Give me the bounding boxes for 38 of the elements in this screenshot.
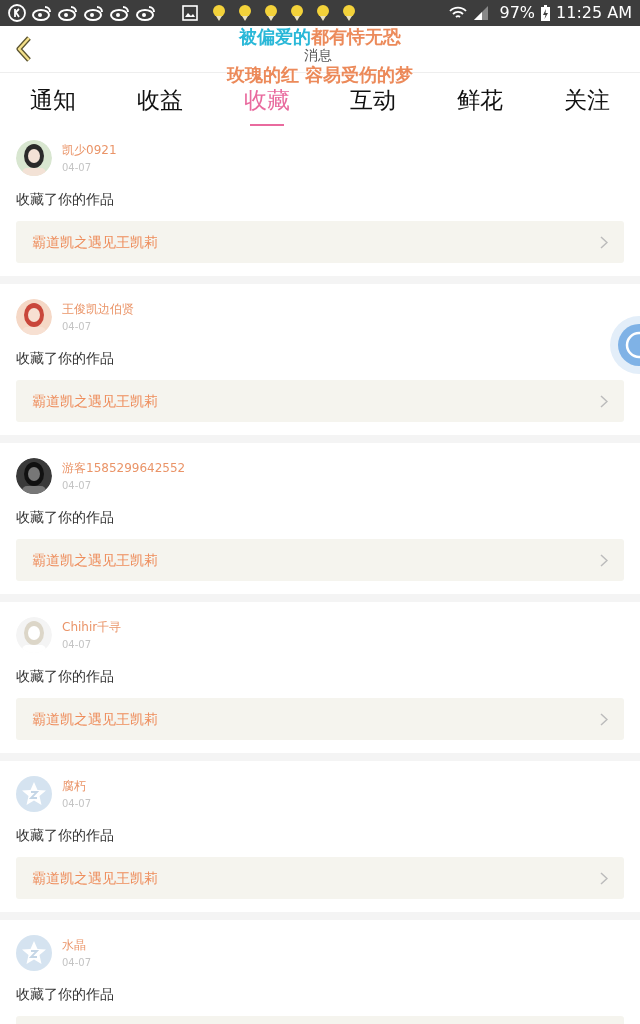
work-title: 霸道凯之遇见王凯莉 (32, 391, 159, 411)
work-link-card[interactable]: 霸道凯之遇见王凯莉 (16, 380, 624, 422)
user-name[interactable]: Chihir千寻 (62, 619, 122, 635)
date-text: 04-07 (62, 638, 93, 652)
date-text: 04-07 (62, 956, 92, 970)
lyric-text: 被偏爱的 (239, 27, 311, 47)
date-text: 04-07 (62, 797, 92, 811)
tab[interactable]: 收益 (106, 73, 214, 128)
work-title: 霸道凯之遇见王凯莉 (32, 550, 159, 570)
activity-text: 收藏了你的作品 (16, 349, 115, 368)
date-text: 04-07 (62, 320, 93, 334)
work-link-card[interactable]: 霸道凯之遇见王凯莉 (16, 221, 624, 263)
activity-text: 收藏了你的作品 (16, 667, 115, 686)
user-name[interactable]: 水晶 (62, 937, 92, 953)
work-link-card[interactable]: 霸道凯之遇见王凯莉 (16, 698, 624, 740)
date-text: 04-07 (62, 479, 93, 493)
work-link-card[interactable]: 霸道凯之遇见王凯莉 (16, 539, 624, 581)
battery-percent: 97% (499, 2, 536, 24)
activity-text: 收藏了你的作品 (16, 508, 115, 527)
work-title: 霸道凯之遇见王凯莉 (32, 232, 159, 252)
activity-text: 收藏了你的作品 (16, 985, 115, 1004)
work-title: 霸道凯之遇见王凯莉 (32, 709, 159, 729)
user-name[interactable]: 王俊凯边伯贤 (62, 301, 134, 317)
user-name[interactable]: 游客1585299642552 (62, 460, 186, 476)
tab[interactable]: 关注 (533, 73, 640, 128)
lyric-text: 玫瑰的红 容易受伤的梦 (226, 65, 414, 85)
tab[interactable]: 通知 (0, 73, 107, 128)
activity-text: 收藏了你的作品 (16, 190, 115, 209)
date-text: 04-07 (62, 161, 93, 175)
user-name[interactable]: 凯少0921 (62, 142, 117, 158)
user-name[interactable]: 腐朽 (62, 778, 92, 794)
work-title: 霸道凯之遇见王凯莉 (32, 868, 159, 888)
tab[interactable]: 鲜花 (426, 73, 534, 128)
clock: 11:25 AM (556, 2, 632, 24)
activity-text: 收藏了你的作品 (16, 826, 115, 845)
lyric-text: 都有恃无恐 (311, 27, 401, 47)
work-link-card[interactable]: 霸道凯之遇见王凯莉 (16, 857, 624, 899)
page-title: 消息 (304, 47, 332, 63)
